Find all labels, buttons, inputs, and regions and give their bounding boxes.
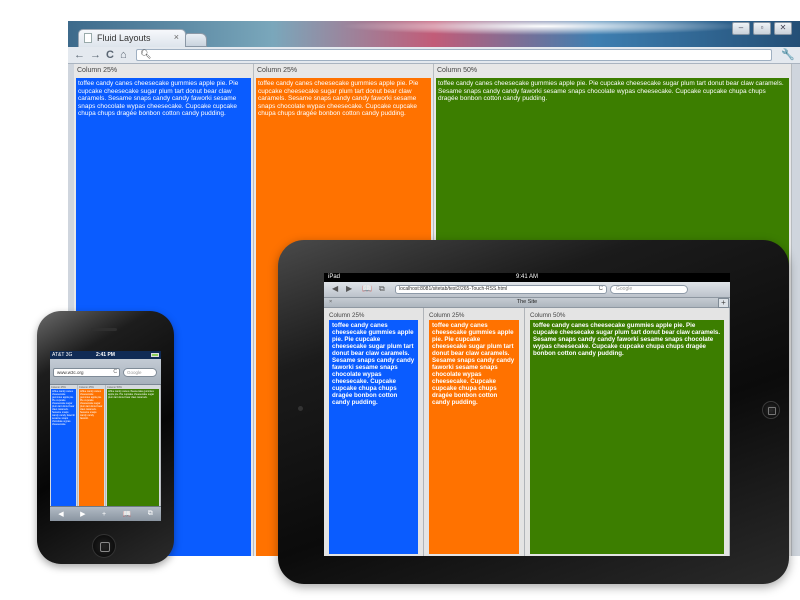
home-button[interactable] xyxy=(762,401,780,419)
search-field[interactable]: Google xyxy=(610,285,688,294)
reload-icon[interactable]: C xyxy=(113,369,117,376)
column-heading: Column 50% xyxy=(437,67,478,74)
back-icon[interactable]: ◀ xyxy=(332,284,338,293)
iphone-screen: AT&T 3G 2:41 PM www.w3c.org C Google Col… xyxy=(50,351,161,521)
clock: 9:41 AM xyxy=(515,274,538,280)
page-title: The Site xyxy=(516,299,538,305)
page-content: Column 25% toffee candy canes cheesecake… xyxy=(50,385,161,507)
home-icon[interactable]: ⌂ xyxy=(120,48,127,62)
clock: 2:41 PM xyxy=(96,352,115,358)
column-body: toffee candy canes cheesecake gummies ap… xyxy=(107,389,159,507)
back-icon[interactable]: ← xyxy=(74,48,85,62)
new-tab-button[interactable]: + xyxy=(718,298,729,308)
forward-icon[interactable]: ▶ xyxy=(80,510,85,518)
column-1: Column 25% toffee candy canes cheesecake… xyxy=(50,385,78,507)
column-3: Column 50% toffee candy canes cheesecake… xyxy=(106,385,161,507)
new-tab-button[interactable] xyxy=(185,33,207,47)
close-tab-icon[interactable]: × xyxy=(329,298,332,307)
column-heading: Column 50% xyxy=(530,312,566,319)
minimize-button[interactable]: – xyxy=(732,22,750,35)
bottom-toolbar: ◀ ▶ + 📖 ⧉ xyxy=(50,506,161,521)
column-heading: Column 25% xyxy=(329,312,365,319)
reload-icon[interactable]: C xyxy=(106,48,114,62)
column-body: toffee candy canes cheesecake gummies ap… xyxy=(51,389,76,507)
browser-tab[interactable]: Fluid Layouts × xyxy=(78,29,186,47)
home-button[interactable] xyxy=(92,534,116,558)
forward-icon[interactable]: → xyxy=(90,48,101,62)
search-field[interactable]: Google xyxy=(123,368,157,377)
column-2: Column 25% toffee candy canes cheesecake… xyxy=(424,308,525,556)
window-controls: – ▫ ✕ xyxy=(732,22,792,35)
url-field[interactable]: www.w3c.org C xyxy=(53,368,120,377)
pages-icon[interactable]: ⧉ xyxy=(148,510,153,518)
column-2: Column 25% toffee candy canes cheesecake… xyxy=(78,385,106,507)
share-icon[interactable]: ⧉ xyxy=(379,284,385,294)
address-bar[interactable]: 🔍︎ xyxy=(136,49,772,61)
maximize-button[interactable]: ▫ xyxy=(753,22,771,35)
camera xyxy=(298,406,303,411)
bookmarks-icon[interactable]: 📖 xyxy=(123,510,132,518)
url-field[interactable]: localhost:8081/sitetab/test2/265-Touch-R… xyxy=(395,285,607,294)
column-body: toffee candy canes cheesecake gummies ap… xyxy=(329,320,418,554)
address-toolbar: www.w3c.org C Google xyxy=(50,359,161,385)
page-icon xyxy=(84,33,92,43)
column-body: toffee candy canes cheesecake gummies ap… xyxy=(429,320,519,554)
url-text: localhost:8081/sitetab/test2/265-Touch-R… xyxy=(399,286,508,292)
reload-icon[interactable]: C xyxy=(599,286,603,293)
wrench-icon[interactable]: 🔧 xyxy=(781,48,795,61)
battery-icon xyxy=(151,353,159,357)
bookmarks-icon[interactable]: 📖 xyxy=(362,284,372,293)
speaker-grille xyxy=(91,328,117,331)
add-icon[interactable]: + xyxy=(102,511,106,518)
column-heading: Column 25% xyxy=(257,67,298,74)
page-title-bar: × The Site + xyxy=(324,298,730,308)
column-heading: Column 25% xyxy=(77,67,118,74)
tab-title: Fluid Layouts xyxy=(97,33,151,43)
column-1: Column 25% toffee candy canes cheesecake… xyxy=(324,308,424,556)
url-text: www.w3c.org xyxy=(57,370,84,375)
forward-icon[interactable]: ▶ xyxy=(346,284,352,293)
column-body: toffee candy canes cheesecake gummies ap… xyxy=(79,389,104,507)
search-icon: 🔍︎ xyxy=(140,49,152,59)
iphone-device: AT&T 3G 2:41 PM www.w3c.org C Google Col… xyxy=(37,311,174,564)
status-bar: iPad 9:41 AM xyxy=(324,273,730,282)
ipad-device: iPad 9:41 AM ◀ ▶ 📖 ⧉ localhost:8081/site… xyxy=(278,240,789,584)
tab-close-icon[interactable]: × xyxy=(174,32,179,42)
ipad-screen: iPad 9:41 AM ◀ ▶ 📖 ⧉ localhost:8081/site… xyxy=(324,273,730,556)
browser-toolbar: ← → C ⌂ 🔍︎ 🔧 xyxy=(68,47,800,64)
column-body: toffee candy canes cheesecake gummies ap… xyxy=(530,320,724,554)
page-content: Column 25% toffee candy canes cheesecake… xyxy=(324,308,730,556)
back-icon[interactable]: ◀ xyxy=(58,510,63,518)
safari-toolbar: ◀ ▶ 📖 ⧉ localhost:8081/sitetab/test2/265… xyxy=(324,282,730,298)
status-bar: AT&T 3G 2:41 PM xyxy=(50,351,161,359)
column-3: Column 50% toffee candy canes cheesecake… xyxy=(525,308,730,556)
close-window-button[interactable]: ✕ xyxy=(774,22,792,35)
column-heading: Column 25% xyxy=(429,312,465,319)
